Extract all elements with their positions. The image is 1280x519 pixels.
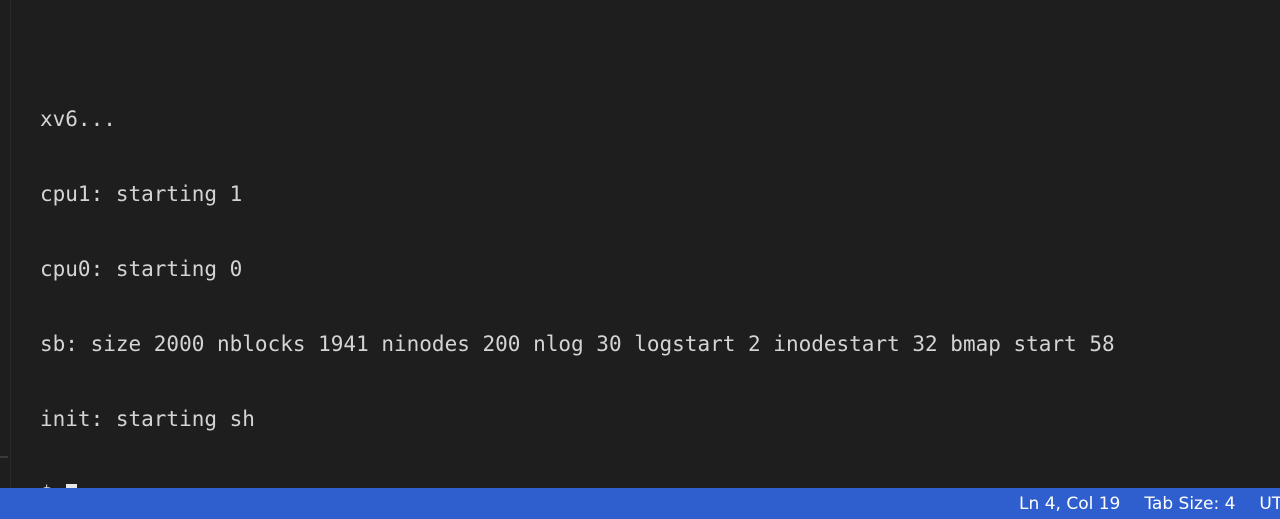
terminal-cut-line: [40, 32, 1270, 57]
editor-window: xv6... cpu1: starting 1 cpu0: starting 0…: [0, 0, 1280, 519]
encoding-indicator[interactable]: UTF: [1247, 494, 1280, 514]
terminal-line-init: init: starting sh: [40, 407, 255, 431]
status-bar: Ln 4, Col 19 Tab Size: 4 UTF: [0, 488, 1280, 519]
terminal-line-xv6: xv6...: [40, 107, 116, 131]
gutter-mark: [0, 456, 8, 458]
cursor-position-indicator[interactable]: Ln 4, Col 19: [1007, 494, 1132, 514]
terminal-line-cpu0: cpu0: starting 0: [40, 257, 243, 281]
tab-size-indicator[interactable]: Tab Size: 4: [1132, 494, 1247, 514]
terminal-panel[interactable]: xv6... cpu1: starting 1 cpu0: starting 0…: [40, 0, 1270, 506]
terminal-line-superblock: sb: size 2000 nblocks 1941 ninodes 200 n…: [40, 332, 1115, 356]
terminal-line-cpu1: cpu1: starting 1: [40, 182, 243, 206]
left-gutter: [0, 0, 11, 488]
